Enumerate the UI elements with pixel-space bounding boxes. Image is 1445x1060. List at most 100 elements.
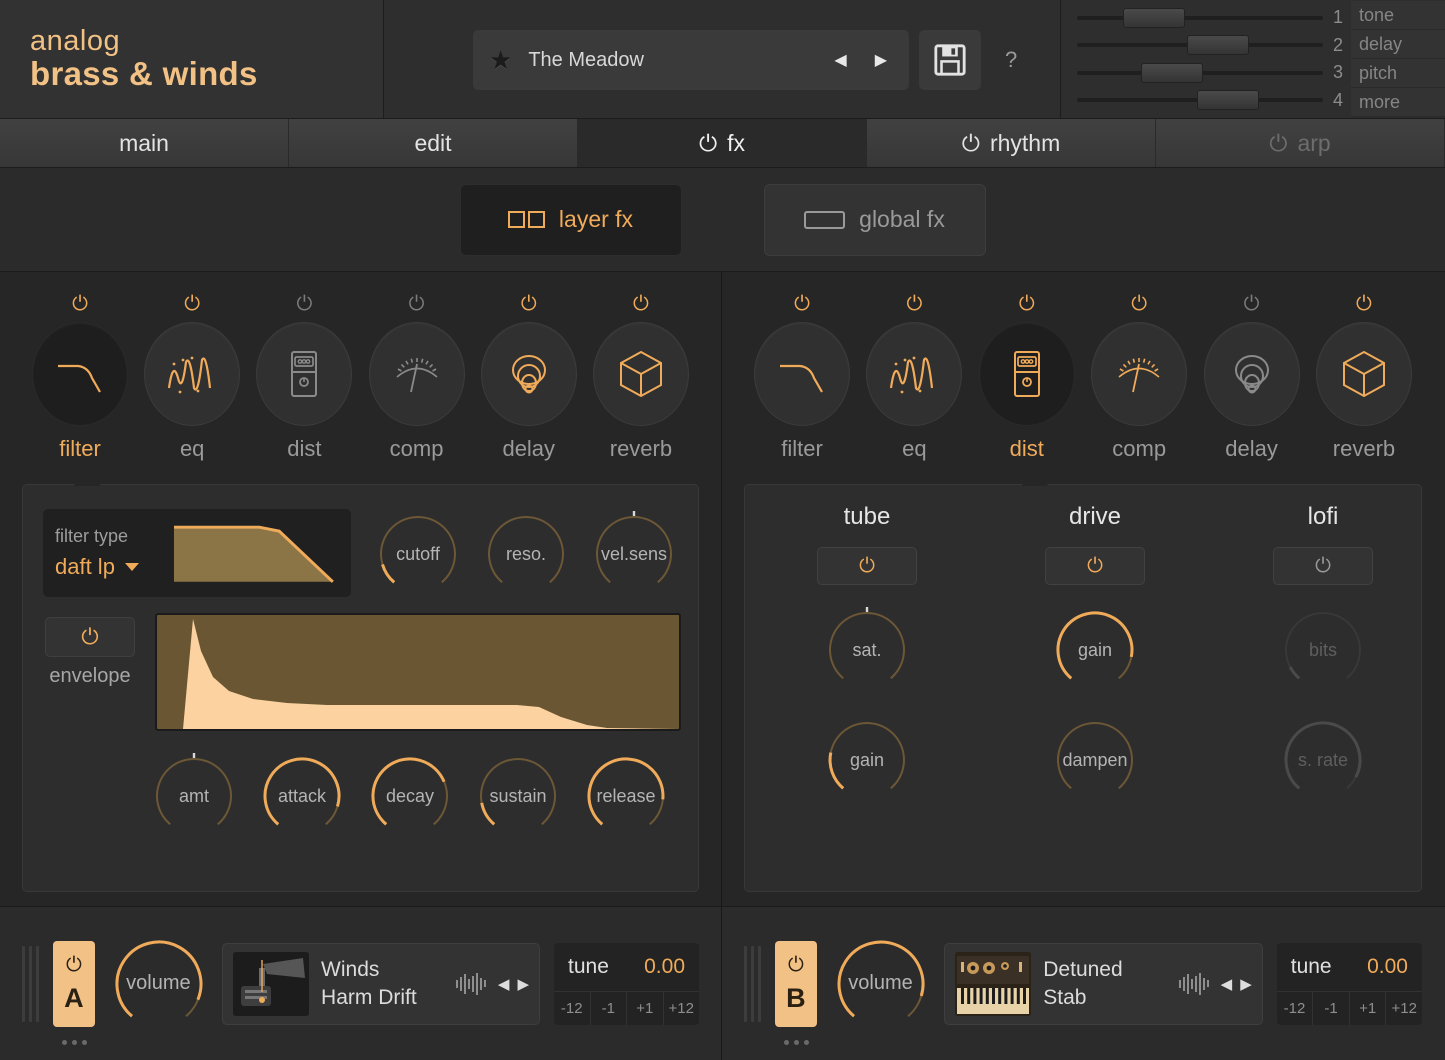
instrument-prev-button[interactable]: ◀: [1221, 975, 1233, 993]
macro-thumb[interactable]: [1123, 8, 1185, 28]
dist-power-button[interactable]: ⏻: [817, 547, 917, 585]
knob-velsens[interactable]: vel.sens: [591, 511, 677, 597]
layer-a-power-select[interactable]: ⏻A: [53, 941, 95, 1027]
knob-sat[interactable]: sat.: [824, 607, 910, 693]
fx-slot-b-comp[interactable]: ⏻comp: [1089, 294, 1189, 462]
macro-track[interactable]: [1077, 71, 1323, 75]
preset-next-button[interactable]: ▶: [869, 50, 893, 70]
layer-fx-button[interactable]: layer fx: [460, 184, 682, 256]
tune-button-minus1[interactable]: -1: [591, 992, 628, 1025]
knob-reso[interactable]: reso.: [483, 511, 569, 597]
knob-gain[interactable]: gain: [824, 717, 910, 803]
preset-prev-button[interactable]: ◀: [828, 50, 852, 70]
power-icon[interactable]: ⏻: [72, 294, 88, 314]
instrument-slot[interactable]: WindsHarm Drift◀▶: [222, 943, 540, 1025]
instrument-next-button[interactable]: ▶: [517, 975, 529, 993]
power-icon[interactable]: ⏻: [633, 294, 649, 314]
tab-edit[interactable]: edit: [289, 119, 578, 167]
fx-icon-button[interactable]: [1091, 322, 1187, 426]
knob-amt[interactable]: amt: [151, 753, 237, 839]
power-icon[interactable]: ⏻: [1244, 294, 1260, 314]
fx-icon-button[interactable]: [256, 322, 352, 426]
knob-bits[interactable]: bits: [1280, 607, 1366, 693]
knob-decay[interactable]: decay: [367, 753, 453, 839]
knob-release[interactable]: release: [583, 753, 669, 839]
knob-srate[interactable]: s. rate: [1280, 717, 1366, 803]
tune-button-minus12[interactable]: -12: [1277, 992, 1314, 1025]
preset-browser[interactable]: ★ The Meadow ◀ ▶: [473, 30, 909, 90]
fx-icon-button[interactable]: [593, 322, 689, 426]
fx-slot-a-filter[interactable]: ⏻filter: [30, 294, 130, 462]
tune-value[interactable]: 0.00: [644, 955, 685, 979]
save-preset-button[interactable]: [919, 30, 981, 90]
knob-sustain[interactable]: sustain: [475, 753, 561, 839]
dist-power-button[interactable]: ⏻: [1045, 547, 1145, 585]
macro-name-tone[interactable]: tone: [1351, 1, 1445, 30]
macro-track[interactable]: [1077, 43, 1323, 47]
tab-main[interactable]: main: [0, 119, 289, 167]
dist-power-button[interactable]: ⏻: [1273, 547, 1373, 585]
filter-type-selector[interactable]: filter type daft lp: [43, 509, 351, 597]
fx-icon-button[interactable]: [481, 322, 577, 426]
macro-name-delay[interactable]: delay: [1351, 30, 1445, 59]
fx-icon-button[interactable]: [979, 322, 1075, 426]
fx-slot-a-dist[interactable]: ⏻dist: [254, 294, 354, 462]
tune-button-minus12[interactable]: -12: [554, 992, 591, 1025]
fx-slot-b-dist[interactable]: ⏻dist: [977, 294, 1077, 462]
fx-icon-button[interactable]: [754, 322, 850, 426]
chevron-down-icon[interactable]: [125, 563, 139, 571]
fx-slot-b-delay[interactable]: ⏻delay: [1202, 294, 1302, 462]
help-button[interactable]: ?: [991, 47, 1031, 73]
instrument-next-button[interactable]: ▶: [1240, 975, 1252, 993]
macro-slider-2[interactable]: 2: [1077, 34, 1343, 58]
tune-button-plus12[interactable]: +12: [1386, 992, 1422, 1025]
power-icon[interactable]: ⏻: [1019, 294, 1035, 314]
volume-knob[interactable]: volume: [831, 934, 930, 1034]
fx-slot-a-comp[interactable]: ⏻comp: [367, 294, 467, 462]
fx-icon-button[interactable]: [144, 322, 240, 426]
power-icon[interactable]: ⏻: [521, 294, 537, 314]
macro-thumb[interactable]: [1141, 63, 1203, 83]
tab-arp[interactable]: ⏻arp: [1156, 119, 1445, 167]
fx-slot-b-eq[interactable]: ⏻eq: [864, 294, 964, 462]
power-icon[interactable]: ⏻: [1269, 130, 1287, 157]
macro-track[interactable]: [1077, 16, 1323, 20]
macro-name-pitch[interactable]: pitch: [1351, 59, 1445, 88]
fx-slot-b-reverb[interactable]: ⏻reverb: [1314, 294, 1414, 462]
power-icon[interactable]: ⏻: [906, 294, 922, 314]
macro-slider-1[interactable]: 1: [1077, 6, 1343, 30]
instrument-slot[interactable]: DetunedStab◀▶: [944, 943, 1262, 1025]
layer-grip[interactable]: [744, 946, 761, 1022]
tune-value[interactable]: 0.00: [1367, 955, 1408, 979]
tune-button-plus1[interactable]: +1: [627, 992, 664, 1025]
power-icon[interactable]: ⏻: [296, 294, 312, 314]
knob-dampen[interactable]: dampen: [1052, 717, 1138, 803]
volume-knob[interactable]: volume: [109, 934, 208, 1034]
global-fx-button[interactable]: global fx: [764, 184, 986, 256]
knob-attack[interactable]: attack: [259, 753, 345, 839]
fx-icon-button[interactable]: [369, 322, 465, 426]
envelope-power-button[interactable]: ⏻: [45, 617, 135, 657]
instrument-prev-button[interactable]: ◀: [498, 975, 510, 993]
power-icon[interactable]: ⏻: [184, 294, 200, 314]
macro-thumb[interactable]: [1197, 90, 1259, 110]
layer-menu-dots[interactable]: [53, 1040, 95, 1045]
macro-name-more[interactable]: more: [1351, 88, 1445, 117]
power-icon[interactable]: ⏻: [409, 294, 425, 314]
layer-grip[interactable]: [22, 946, 39, 1022]
fx-slot-a-delay[interactable]: ⏻delay: [479, 294, 579, 462]
power-icon[interactable]: ⏻: [962, 130, 980, 157]
fx-icon-button[interactable]: [1316, 322, 1412, 426]
tune-button-plus1[interactable]: +1: [1350, 992, 1387, 1025]
power-icon[interactable]: ⏻: [794, 294, 810, 314]
macro-slider-4[interactable]: 4: [1077, 89, 1343, 113]
fx-slot-a-eq[interactable]: ⏻eq: [142, 294, 242, 462]
power-icon[interactable]: ⏻: [1356, 294, 1372, 314]
fx-slot-a-reverb[interactable]: ⏻reverb: [591, 294, 691, 462]
star-icon[interactable]: ★: [489, 47, 512, 73]
fx-icon-button[interactable]: [866, 322, 962, 426]
layer-menu-dots[interactable]: [775, 1040, 817, 1045]
knob-gain[interactable]: gain: [1052, 607, 1138, 693]
tune-button-minus1[interactable]: -1: [1313, 992, 1350, 1025]
tab-fx[interactable]: ⏻fx: [578, 119, 867, 167]
